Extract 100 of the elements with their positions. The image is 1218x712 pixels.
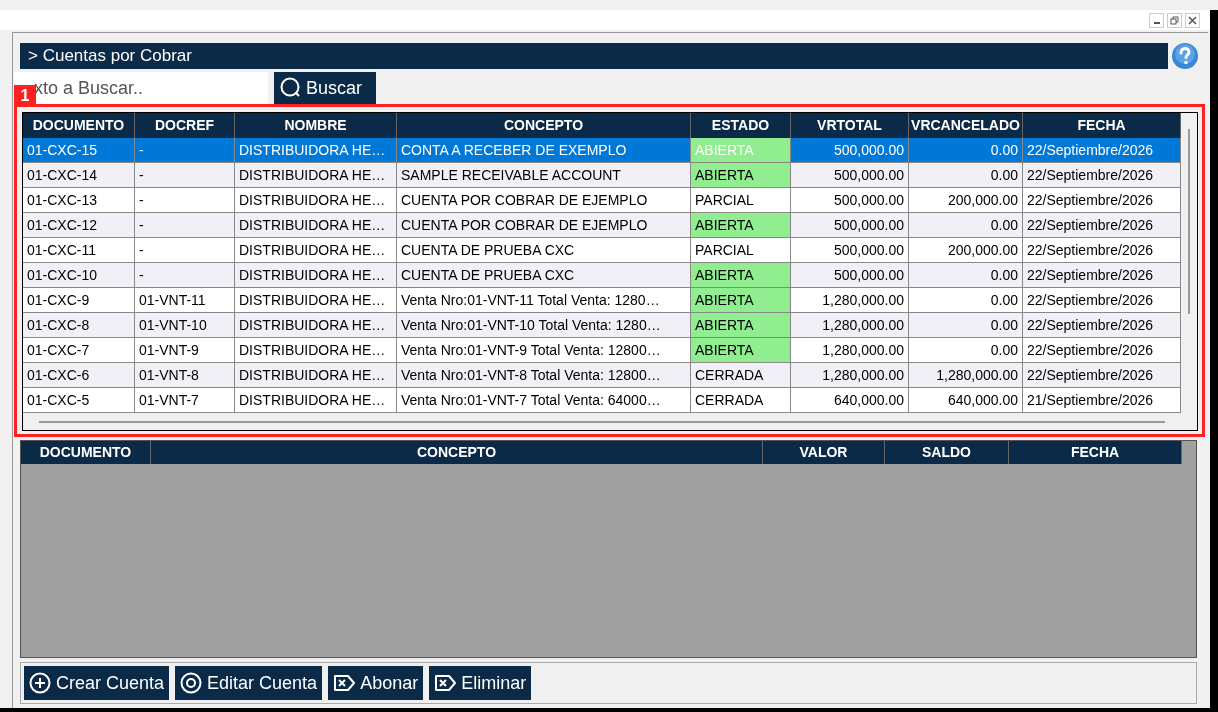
search-icon xyxy=(280,77,302,99)
table-cell: 500,000.00 xyxy=(791,138,909,162)
delete-tag-icon xyxy=(333,672,356,694)
table-cell: DISTRIBUIDORA HE… xyxy=(235,313,397,337)
table-cell: 01-CXC-6 xyxy=(23,363,135,387)
action-button[interactable]: Eliminar xyxy=(429,666,532,700)
annotation-badge: 1 xyxy=(14,85,36,107)
status-cell: ABIERTA xyxy=(691,288,791,312)
table-row[interactable]: 01-CXC-13 - DISTRIBUIDORA HE… CUENTA POR COBRAR DE EJEMPLO PARCIAL 500,000.00 200,000.00 22/Septiembre/2026 xyxy=(23,188,1181,213)
table-cell: 640,000.00 xyxy=(791,388,909,412)
table-cell: 0.00 xyxy=(909,213,1023,237)
table-cell: Venta Nro:01-VNT-8 Total Venta: 12800… xyxy=(397,363,691,387)
table-cell: 0.00 xyxy=(909,288,1023,312)
horizontal-scrollbar[interactable] xyxy=(23,413,1181,430)
table-cell: CUENTA DE PRUEBA CXC xyxy=(397,238,691,262)
table-cell: DISTRIBUIDORA HE… xyxy=(235,188,397,212)
table-cell: 0.00 xyxy=(909,338,1023,362)
table-cell: DISTRIBUIDORA HE… xyxy=(235,388,397,412)
status-cell: ABIERTA xyxy=(691,313,791,337)
table-cell: DISTRIBUIDORA HE… xyxy=(235,288,397,312)
table-cell: 1,280,000.00 xyxy=(909,363,1023,387)
table-cell: - xyxy=(135,213,235,237)
table-row[interactable]: 01-CXC-6 01-VNT-8 DISTRIBUIDORA HE… Venta Nro:01-VNT-8 Total Venta: 12800… CERRADA 1,280,000.00 1,280,000.00 22/Septiembre/2026 xyxy=(23,363,1181,388)
table-cell: 01-VNT-9 xyxy=(135,338,235,362)
table-cell: 01-CXC-10 xyxy=(23,263,135,287)
status-cell: ABIERTA xyxy=(691,163,791,187)
close-button[interactable] xyxy=(1185,12,1200,28)
column-header[interactable]: FECHA xyxy=(1009,441,1182,464)
plus-circle-icon xyxy=(29,672,51,694)
table-cell: 0.00 xyxy=(909,138,1023,162)
action-button[interactable]: Editar Cuenta xyxy=(175,666,323,700)
status-cell: CERRADA xyxy=(691,363,791,387)
table-row[interactable]: 01-CXC-7 01-VNT-9 DISTRIBUIDORA HE… Venta Nro:01-VNT-9 Total Venta: 12800… ABIERTA 1,280,000.00 0.00 22/Septiembre/2026 xyxy=(23,338,1181,363)
column-header[interactable]: DOCUMENTO xyxy=(21,441,151,464)
status-cell: ABIERTA xyxy=(691,338,791,362)
table-cell: 01-CXC-11 xyxy=(23,238,135,262)
table-cell: 01-CXC-13 xyxy=(23,188,135,212)
table-cell: 01-CXC-14 xyxy=(23,163,135,187)
panel-title-bar: > Cuentas por Cobrar xyxy=(20,43,1168,69)
table-cell: CUENTA POR COBRAR DE EJEMPLO xyxy=(397,188,691,212)
table-cell: DISTRIBUIDORA HE… xyxy=(235,338,397,362)
table-cell: - xyxy=(135,188,235,212)
table-row[interactable]: 01-CXC-9 01-VNT-11 DISTRIBUIDORA HE… Venta Nro:01-VNT-11 Total Venta: 1280… ABIERTA 1,280,000.00 0.00 22/Septiembre/2026 xyxy=(23,288,1181,313)
table-row[interactable]: 01-CXC-10 - DISTRIBUIDORA HE… CUENTA DE PRUEBA CXC ABIERTA 500,000.00 0.00 22/Septiembre/2026 xyxy=(23,263,1181,288)
table-cell: - xyxy=(135,238,235,262)
table-cell: 0.00 xyxy=(909,313,1023,337)
table-cell: 200,000.00 xyxy=(909,238,1023,262)
table-cell: 01-VNT-10 xyxy=(135,313,235,337)
table-row[interactable]: 01-CXC-15 - DISTRIBUIDORA HE… CONTA A RECEBER DE EXEMPLO ABIERTA 500,000.00 0.00 22/Septiembre/2026 xyxy=(23,138,1181,163)
action-button[interactable]: Abonar xyxy=(328,666,424,700)
table-cell: DISTRIBUIDORA HE… xyxy=(235,238,397,262)
table-cell: 0.00 xyxy=(909,263,1023,287)
table-cell: 500,000.00 xyxy=(791,188,909,212)
table-cell: 01-CXC-12 xyxy=(23,213,135,237)
status-cell: PARCIAL xyxy=(691,238,791,262)
table-cell: DISTRIBUIDORA HE… xyxy=(235,213,397,237)
restore-button[interactable] xyxy=(1167,12,1182,28)
table-cell: 01-CXC-15 xyxy=(23,138,135,162)
table-cell: DISTRIBUIDORA HE… xyxy=(235,363,397,387)
table-row[interactable]: 01-CXC-8 01-VNT-10 DISTRIBUIDORA HE… Venta Nro:01-VNT-10 Total Venta: 1280… ABIERTA 1,280,000.00 0.00 22/Septiembre/2026 xyxy=(23,313,1181,338)
table-cell: 640,000.00 xyxy=(909,388,1023,412)
table-cell: - xyxy=(135,138,235,162)
status-cell: CERRADA xyxy=(691,388,791,412)
column-header[interactable]: CONCEPTO xyxy=(151,441,763,464)
table-row[interactable]: 01-CXC-12 - DISTRIBUIDORA HE… CUENTA POR COBRAR DE EJEMPLO ABIERTA 500,000.00 0.00 22/Septiembre/2026 xyxy=(23,213,1181,238)
table-cell: DISTRIBUIDORA HE… xyxy=(235,138,397,162)
table-cell: 01-CXC-9 xyxy=(23,288,135,312)
status-cell: PARCIAL xyxy=(691,188,791,212)
status-cell: ABIERTA xyxy=(691,138,791,162)
table-cell: 1,280,000.00 xyxy=(791,338,909,362)
status-cell: ABIERTA xyxy=(691,213,791,237)
action-button[interactable]: Crear Cuenta xyxy=(24,666,170,700)
table-cell: Venta Nro:01-VNT-7 Total Venta: 64000… xyxy=(397,388,691,412)
column-header[interactable]: VALOR xyxy=(763,441,885,464)
table-cell: 1,280,000.00 xyxy=(791,288,909,312)
table-row[interactable]: 01-CXC-14 - DISTRIBUIDORA HE… SAMPLE RECEIVABLE ACCOUNT ABIERTA 500,000.00 0.00 22/Septiembre/2026 xyxy=(23,163,1181,188)
table-cell: 0.00 xyxy=(909,163,1023,187)
table-row[interactable]: 01-CXC-5 01-VNT-7 DISTRIBUIDORA HE… Venta Nro:01-VNT-7 Total Venta: 64000… CERRADA 640,000.00 640,000.00 21/Septiembre/2026 xyxy=(23,388,1181,413)
search-button[interactable]: Buscar xyxy=(274,72,376,104)
table-cell: 200,000.00 xyxy=(909,188,1023,212)
help-icon[interactable] xyxy=(1171,42,1199,70)
eye-icon xyxy=(180,672,203,694)
table-cell: 01-CXC-8 xyxy=(23,313,135,337)
column-header[interactable]: SALDO xyxy=(885,441,1009,464)
table-cell: 500,000.00 xyxy=(791,213,909,237)
table-cell: DISTRIBUIDORA HE… xyxy=(235,163,397,187)
table-cell: 500,000.00 xyxy=(791,163,909,187)
table-cell: 01-VNT-8 xyxy=(135,363,235,387)
table-cell: 01-CXC-5 xyxy=(23,388,135,412)
table-cell: - xyxy=(135,163,235,187)
vertical-scrollbar[interactable] xyxy=(1181,113,1197,430)
table-row[interactable]: 01-CXC-11 - DISTRIBUIDORA HE… CUENTA DE PRUEBA CXC PARCIAL 500,000.00 200,000.00 22/Septiembre/2026 xyxy=(23,238,1181,263)
table-cell: 01-CXC-7 xyxy=(23,338,135,362)
minimize-button[interactable] xyxy=(1149,12,1164,28)
table-cell: 500,000.00 xyxy=(791,263,909,287)
table-cell: 01-VNT-7 xyxy=(135,388,235,412)
table-cell: DISTRIBUIDORA HE… xyxy=(235,263,397,287)
table-cell: 01-VNT-11 xyxy=(135,288,235,312)
table-cell: 1,280,000.00 xyxy=(791,313,909,337)
table-cell: 500,000.00 xyxy=(791,238,909,262)
